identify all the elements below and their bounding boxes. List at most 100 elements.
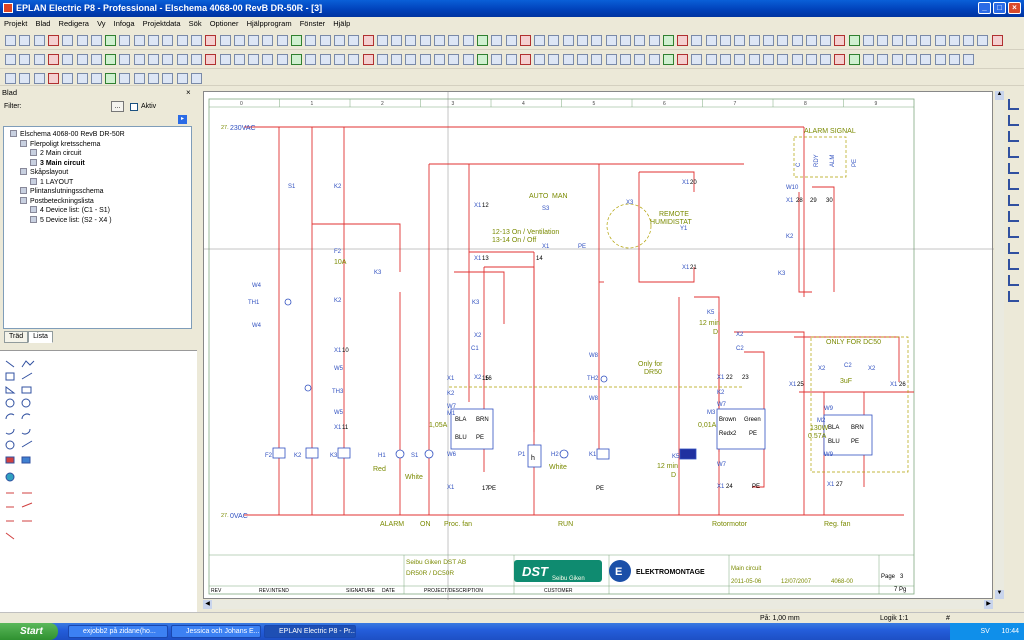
toolbar-button-icon[interactable] bbox=[748, 54, 760, 65]
toolbar-button-icon[interactable] bbox=[834, 35, 846, 46]
scroll-right-icon[interactable]: ▶ bbox=[984, 600, 993, 609]
connection-symbol-icon[interactable] bbox=[1008, 275, 1019, 286]
connection-symbol-icon[interactable] bbox=[1008, 99, 1019, 110]
toolbar-button-icon[interactable] bbox=[748, 35, 760, 46]
toolbar-button-icon[interactable] bbox=[519, 54, 531, 65]
toolbar-button-icon[interactable] bbox=[162, 73, 174, 84]
maximize-button[interactable]: □ bbox=[993, 2, 1006, 14]
toolbar-button-icon[interactable] bbox=[333, 54, 345, 65]
task-eplan[interactable]: EPLAN Electric P8 - Pr... bbox=[264, 625, 356, 638]
toolbar-button-icon[interactable] bbox=[734, 35, 746, 46]
toolbar-button-icon[interactable] bbox=[863, 54, 874, 65]
toolbar-button-icon[interactable] bbox=[448, 35, 460, 46]
toolbar-button-icon[interactable] bbox=[219, 35, 231, 46]
toolbar-button-icon[interactable] bbox=[348, 54, 360, 65]
connection-symbol-icon[interactable] bbox=[1008, 259, 1019, 270]
toolbar-button-icon[interactable] bbox=[190, 35, 202, 46]
toolbar-button-icon[interactable] bbox=[47, 54, 59, 65]
toolbar-button-icon[interactable] bbox=[33, 54, 45, 65]
toolbar-button-icon[interactable] bbox=[162, 35, 174, 46]
tree-item[interactable]: Flerpoligt kretsschema bbox=[20, 139, 100, 148]
toolbar-button-icon[interactable] bbox=[720, 54, 731, 65]
toolbar-button-icon[interactable] bbox=[462, 54, 474, 65]
tree-item[interactable]: 4 Device list: (C1 - S1) bbox=[30, 206, 110, 214]
toolbar-button-icon[interactable] bbox=[376, 35, 388, 46]
toolbar-button-icon[interactable] bbox=[591, 54, 603, 65]
tree-item[interactable]: 1 LAYOUT bbox=[30, 177, 73, 186]
toolbar-button-icon[interactable] bbox=[233, 54, 245, 65]
active-checkbox[interactable] bbox=[130, 103, 138, 111]
toolbar-button-icon[interactable] bbox=[934, 54, 946, 65]
connection-symbol-icon[interactable] bbox=[1008, 195, 1019, 206]
schematic-canvas[interactable]: 0123456789 27. 230VAC 27. 0VAC BLA BRN B… bbox=[203, 91, 994, 600]
toolbar-button-icon[interactable] bbox=[948, 35, 960, 46]
toolbar-button-icon[interactable] bbox=[662, 35, 674, 46]
toolbar-button-icon[interactable] bbox=[905, 35, 917, 46]
connection-symbol-icon[interactable] bbox=[1008, 243, 1019, 254]
toolbar-button-icon[interactable] bbox=[76, 35, 88, 46]
toolbar-button-icon[interactable] bbox=[133, 35, 145, 46]
language-indicator[interactable]: SV bbox=[980, 628, 989, 635]
toolbar-button-icon[interactable] bbox=[848, 35, 860, 46]
toolbar-button-icon[interactable] bbox=[462, 35, 474, 46]
toolbar-button-icon[interactable] bbox=[634, 54, 646, 65]
scroll-left-icon[interactable]: ◀ bbox=[203, 600, 212, 609]
toolbar-button-icon[interactable] bbox=[648, 35, 660, 46]
toolbar-button-icon[interactable] bbox=[5, 73, 16, 84]
toolbar-button-icon[interactable] bbox=[176, 54, 188, 65]
toolbar-button-icon[interactable] bbox=[105, 54, 117, 65]
tab-lista[interactable]: Lista bbox=[28, 331, 53, 343]
toolbar-button-icon[interactable] bbox=[205, 54, 217, 65]
scroll-down-icon[interactable]: ▼ bbox=[995, 590, 1004, 599]
toolbar-button-icon[interactable] bbox=[148, 54, 159, 65]
toolbar-button-icon[interactable] bbox=[62, 73, 74, 84]
toolbar-button-icon[interactable] bbox=[834, 54, 846, 65]
toolbar-button-icon[interactable] bbox=[305, 35, 317, 46]
toolbar-button-icon[interactable] bbox=[105, 35, 117, 46]
toolbar-button-icon[interactable] bbox=[491, 54, 503, 65]
connection-symbol-icon[interactable] bbox=[1008, 163, 1019, 174]
toolbar-button-icon[interactable] bbox=[19, 73, 31, 84]
toolbar-button-icon[interactable] bbox=[119, 54, 131, 65]
menu-projektdata[interactable]: Projektdata bbox=[143, 19, 181, 28]
connection-symbol-icon[interactable] bbox=[1008, 211, 1019, 222]
toolbar-button-icon[interactable] bbox=[934, 35, 946, 46]
toolbar-button-icon[interactable] bbox=[47, 73, 59, 84]
toolbar-button-icon[interactable] bbox=[891, 35, 903, 46]
toolbar-button-icon[interactable] bbox=[691, 35, 703, 46]
tab-trad[interactable]: Träd bbox=[4, 331, 29, 343]
toolbar-button-icon[interactable] bbox=[877, 35, 889, 46]
menu-infoga[interactable]: Infoga bbox=[114, 19, 135, 28]
toolbar-button-icon[interactable] bbox=[963, 35, 975, 46]
toolbar-button-icon[interactable] bbox=[305, 54, 317, 65]
toolbar-button-icon[interactable] bbox=[262, 54, 274, 65]
toolbar-button-icon[interactable] bbox=[190, 54, 202, 65]
toolbar-button-icon[interactable] bbox=[90, 35, 102, 46]
tree-item[interactable]: 2 Main circuit bbox=[30, 149, 81, 157]
toolbar-button-icon[interactable] bbox=[991, 35, 1003, 46]
toolbar-button-icon[interactable] bbox=[362, 54, 374, 65]
menu-vy[interactable]: Vy bbox=[97, 19, 105, 28]
toolbar-button-icon[interactable] bbox=[519, 35, 531, 46]
toolbar-button-icon[interactable] bbox=[534, 35, 546, 46]
connection-symbol-icon[interactable] bbox=[1008, 147, 1019, 158]
menu-sok[interactable]: Sök bbox=[189, 19, 202, 28]
toolbar-button-icon[interactable] bbox=[705, 35, 717, 46]
toolbar-button-icon[interactable] bbox=[891, 54, 903, 65]
menu-hjalp[interactable]: Hjälp bbox=[333, 19, 350, 28]
toolbar-button-icon[interactable] bbox=[105, 73, 117, 84]
toolbar-button-icon[interactable] bbox=[176, 35, 188, 46]
toolbar-button-icon[interactable] bbox=[863, 35, 874, 46]
toolbar-button-icon[interactable] bbox=[505, 35, 517, 46]
toolbar-button-icon[interactable] bbox=[977, 35, 989, 46]
toolbar-button-icon[interactable] bbox=[848, 54, 860, 65]
toolbar-button-icon[interactable] bbox=[805, 35, 817, 46]
toolbar-button-icon[interactable] bbox=[691, 54, 703, 65]
start-button[interactable]: Start bbox=[0, 623, 58, 640]
toolbar-button-icon[interactable] bbox=[262, 35, 274, 46]
toolbar-button-icon[interactable] bbox=[577, 35, 588, 46]
toolbar-button-icon[interactable] bbox=[791, 54, 803, 65]
filter-button[interactable]: ... bbox=[111, 101, 124, 112]
toolbar-button-icon[interactable] bbox=[805, 54, 817, 65]
toolbar-button-icon[interactable] bbox=[619, 35, 631, 46]
